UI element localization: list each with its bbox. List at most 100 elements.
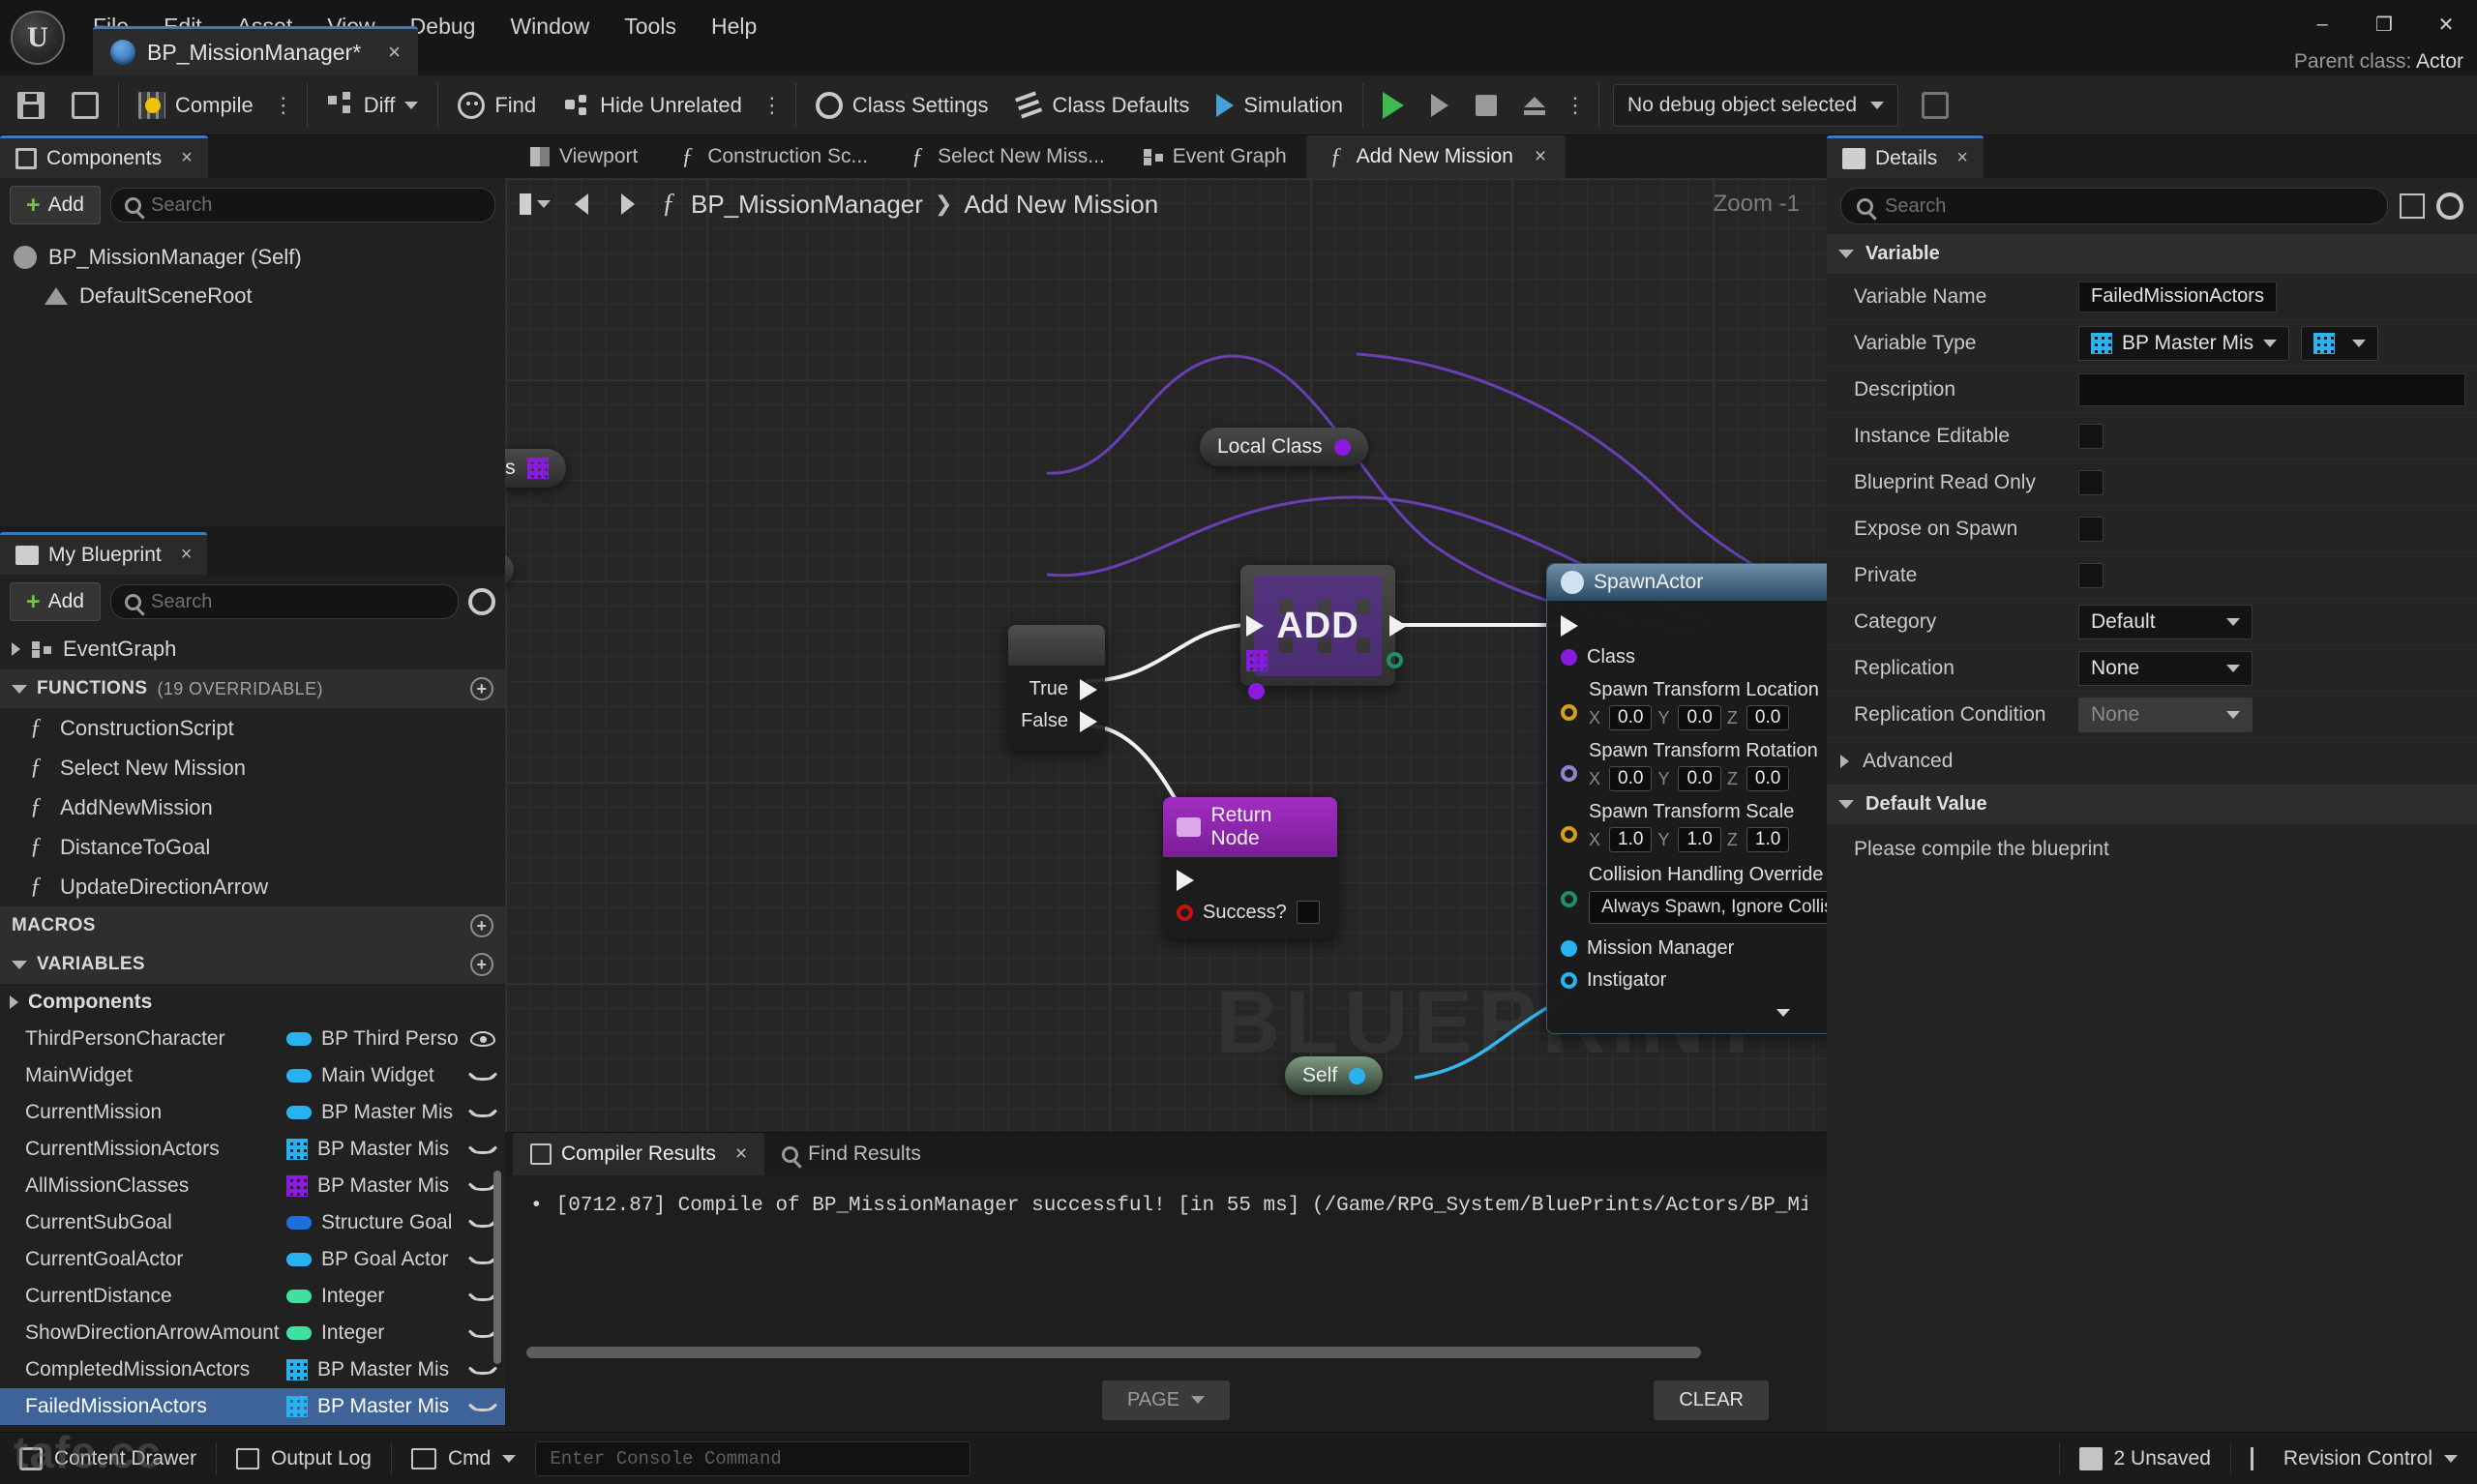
tab-components[interactable]: Components × [0,135,208,178]
debug-filter-button[interactable] [1908,80,1962,131]
eye-closed-icon[interactable] [470,1071,495,1081]
class-defaults-button[interactable]: Class Defaults [1001,80,1203,131]
success-checkbox[interactable] [1296,901,1320,924]
object-pin-icon[interactable] [1561,940,1577,957]
close-window-button[interactable]: ✕ [2415,0,2477,48]
details-checkbox[interactable] [2078,423,2104,449]
revision-control-button[interactable]: Revision Control [2231,1433,2477,1484]
expand-node-button[interactable] [1547,996,1827,1022]
location-z-input[interactable]: 0.0 [1746,705,1790,730]
node-self[interactable]: Self [1285,1056,1384,1095]
step-button[interactable] [1418,80,1462,131]
branch-true-pin[interactable]: True [1008,673,1105,705]
array-pin-icon[interactable] [1246,650,1268,671]
eye-closed-icon[interactable] [470,1181,495,1191]
chevron-right-icon[interactable] [12,642,20,656]
node-add-array[interactable]: ADD [1240,565,1407,699]
scale-y-input[interactable]: 1.0 [1678,827,1721,852]
my-blueprint-search-input[interactable]: Search [109,584,459,619]
function-item-select-new-mission[interactable]: ƒ Select New Mission [0,748,505,787]
rotation-y-input[interactable]: 0.0 [1678,766,1721,791]
rotator-pin-icon[interactable] [1561,765,1577,782]
node-branch[interactable]: True False [1008,625,1105,751]
details-checkbox[interactable] [2078,562,2104,588]
node-local-class[interactable]: Local Class [1200,428,1368,466]
eye-closed-icon[interactable] [470,1108,495,1117]
variable-row[interactable]: ThirdPersonCharacter BP Third Perso [0,1021,505,1057]
section-functions[interactable]: FUNCTIONS (19 OVERRIDABLE) + [0,669,505,708]
variable-row[interactable]: ShowDirectionArrowAmount Integer [0,1315,505,1351]
eye-closed-icon[interactable] [470,1402,495,1411]
description-field[interactable] [2078,372,2465,406]
tab-select-new-mission[interactable]: ƒ Select New Miss... [887,135,1124,178]
instigator-pin-icon[interactable] [1561,972,1577,989]
tab-my-blueprint[interactable]: My Blueprint × [0,532,208,575]
exec-in-pin-icon[interactable] [1561,615,1578,637]
variable-row[interactable]: FailedMissionActors BP Master Mis [0,1388,505,1425]
nav-forward-button[interactable] [612,190,644,219]
tab-add-new-mission[interactable]: ƒ Add New Mission × [1305,135,1567,178]
tab-find-results[interactable]: Find Results [764,1133,939,1175]
scale-x-input[interactable]: 1.0 [1609,827,1653,852]
class-settings-button[interactable]: Class Settings [802,80,1002,131]
bool-pin-icon[interactable] [1177,904,1193,921]
spawn-instigator-row[interactable]: Instigator [1547,965,1827,996]
asset-tab-bp-missionmanager[interactable]: BP_MissionManager* × [93,26,419,75]
node-class-ref-stub[interactable] [505,553,514,585]
table-view-icon[interactable] [2400,193,2425,219]
section-macros[interactable]: MACROS + [0,906,505,945]
variable-name-field[interactable]: FailedMissionActors [2078,281,2277,312]
eye-closed-icon[interactable] [470,1328,495,1338]
hide-unrelated-button[interactable]: Hide Unrelated [550,80,756,131]
graph-canvas[interactable]: ƒ BP_MissionManager ❯ Add New Mission Zo… [505,178,1827,1132]
diff-button[interactable]: Diff [313,80,433,131]
simulation-button[interactable]: Simulation [1203,80,1357,131]
debug-object-select[interactable]: No debug object selected [1613,83,1899,127]
eye-closed-icon[interactable] [470,1365,495,1375]
function-item-constructionscript[interactable]: ƒ ConstructionScript [0,708,505,748]
close-icon[interactable]: × [181,147,193,169]
content-drawer-button[interactable]: Content Drawer [0,1433,216,1484]
my-blueprint-add-button[interactable]: + Add [10,582,101,621]
variable-row[interactable]: CurrentDistance Integer [0,1278,505,1315]
function-item-updatedirectionarrow[interactable]: ƒ UpdateDirectionArrow [0,867,505,906]
nav-back-button[interactable] [565,190,598,219]
variable-type-select[interactable]: BP Master Mis [2078,325,2290,361]
components-search-input[interactable]: Search [109,188,495,223]
exec-pin-icon[interactable] [1080,710,1097,732]
details-checkbox[interactable] [2078,516,2104,542]
menu-tools[interactable]: Tools [607,8,694,45]
chevron-right-icon[interactable] [10,995,18,1009]
variable-row[interactable]: CompletedMissionActors BP Master Mis [0,1351,505,1388]
gear-icon[interactable] [2436,193,2463,220]
minimize-button[interactable]: – [2291,0,2353,48]
close-icon[interactable]: × [1535,145,1546,168]
eject-button[interactable] [1510,80,1559,131]
details-select[interactable]: None [2078,650,2253,686]
branch-false-pin[interactable]: False [1008,705,1105,737]
hide-unrelated-options-button[interactable]: ⋮ [756,93,790,118]
details-section-default-value[interactable]: Default Value [1827,785,2477,824]
variable-group-components[interactable]: Components [0,984,505,1021]
exec-pin-icon[interactable] [1080,678,1097,700]
maximize-button[interactable]: ❐ [2353,0,2415,48]
scale-z-input[interactable]: 1.0 [1746,827,1790,852]
results-horizontal-scrollbar[interactable] [526,1347,1701,1358]
replication-condition-select[interactable]: None [2078,697,2253,732]
return-pin-icon[interactable] [1387,652,1403,668]
close-icon[interactable]: × [181,544,193,566]
details-search-input[interactable]: Search [1840,188,2388,224]
tab-viewport[interactable]: Viewport [511,135,657,178]
return-success-pin[interactable]: Success? [1163,896,1337,929]
clear-button[interactable]: CLEAR [1654,1380,1769,1420]
results-body[interactable]: • [0712.87] Compile of BP_MissionManager… [505,1175,1827,1368]
components-add-button[interactable]: + Add [10,186,101,224]
details-select[interactable]: Default [2078,604,2253,639]
variables-scrollbar[interactable] [493,1171,501,1364]
node-all-mission-classes[interactable]: ses [505,449,566,488]
collision-handling-select[interactable]: Always Spawn, Ignore Collisions [1589,891,1827,924]
variable-row[interactable]: CurrentMissionActors BP Master Mis [0,1131,505,1168]
tree-item-eventgraph[interactable]: EventGraph [0,629,505,669]
item-pin-icon[interactable] [1248,683,1265,699]
object-pin-icon[interactable] [1349,1067,1366,1084]
